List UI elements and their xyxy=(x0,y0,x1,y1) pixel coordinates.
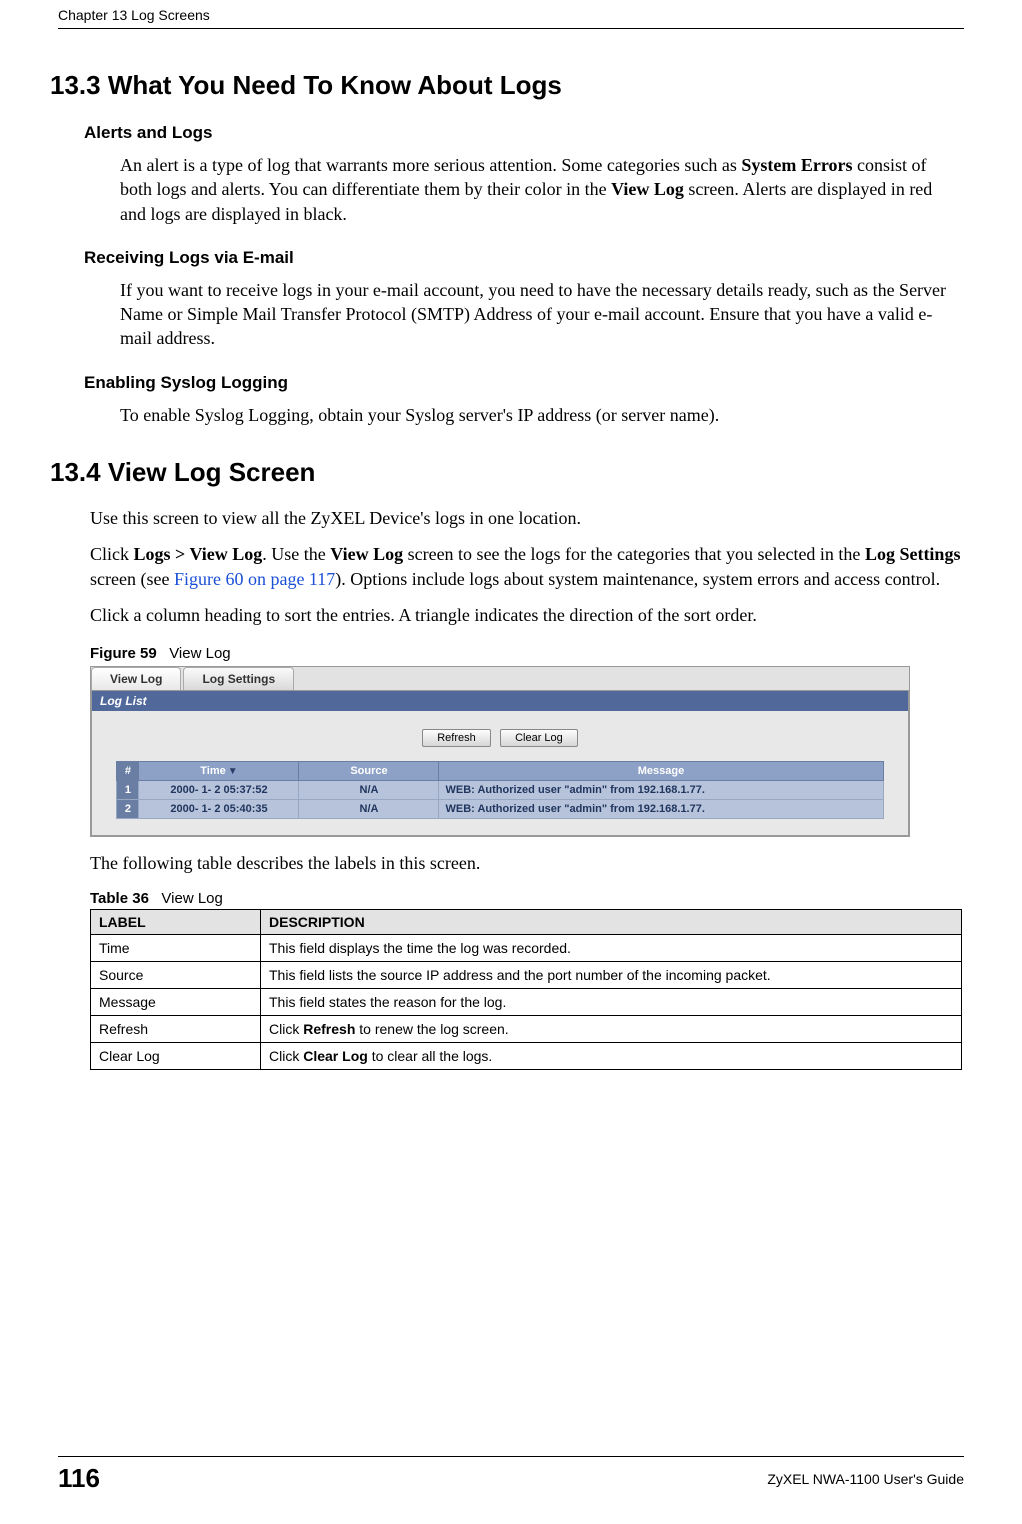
chapter-title: Chapter 13 Log Screens xyxy=(58,7,210,23)
desc-col-description: DESCRIPTION xyxy=(261,909,962,934)
alerts-and-logs-heading: Alerts and Logs xyxy=(84,123,962,143)
figure-caption: Figure 59 View Log xyxy=(90,645,962,662)
alerts-and-logs-body: An alert is a type of log that warrants … xyxy=(120,153,962,226)
row-num: 1 xyxy=(117,781,139,800)
section-13-4-p2: Click Logs > View Log. Use the View Log … xyxy=(90,542,962,591)
tab-bar: View Log Log Settings xyxy=(91,667,909,690)
col-message[interactable]: Message xyxy=(439,762,883,781)
section-13-4-p3: Click a column heading to sort the entri… xyxy=(90,603,962,627)
row-source: N/A xyxy=(299,800,439,819)
log-table: # Time▼ Source Message 1 2000- 1- 2 05:3… xyxy=(116,761,883,819)
cross-ref-link[interactable]: Figure 60 on page 117 xyxy=(174,569,335,589)
tab-log-settings[interactable]: Log Settings xyxy=(183,667,294,690)
enabling-syslog-body: To enable Syslog Logging, obtain your Sy… xyxy=(120,403,962,427)
clear-log-button[interactable]: Clear Log xyxy=(500,729,578,747)
receiving-logs-heading: Receiving Logs via E-mail xyxy=(84,248,962,268)
section-13-4-p1: Use this screen to view all the ZyXEL De… xyxy=(90,506,962,530)
figure-view-log: View Log Log Settings Log List Refresh C… xyxy=(90,666,910,837)
log-list-panel: Log List Refresh Clear Log # Time▼ Sourc… xyxy=(91,690,909,836)
page-number: 116 xyxy=(58,1463,100,1494)
col-time[interactable]: Time▼ xyxy=(139,762,299,781)
desc-row: Clear Log Click Clear Log to clear all t… xyxy=(91,1042,962,1069)
desc-col-label: LABEL xyxy=(91,909,261,934)
desc-row: Source This field lists the source IP ad… xyxy=(91,961,962,988)
page-header: Chapter 13 Log Screens xyxy=(58,28,964,49)
page-content: 13.3 What You Need To Know About Logs Al… xyxy=(90,70,962,1070)
row-num: 2 xyxy=(117,800,139,819)
refresh-button[interactable]: Refresh xyxy=(422,729,491,747)
button-row: Refresh Clear Log xyxy=(92,711,908,761)
table-header-row: # Time▼ Source Message xyxy=(117,762,883,781)
enabling-syslog-heading: Enabling Syslog Logging xyxy=(84,373,962,393)
guide-name: ZyXEL NWA-1100 User's Guide xyxy=(767,1471,964,1487)
page-footer: 116 ZyXEL NWA-1100 User's Guide xyxy=(58,1456,964,1494)
row-message: WEB: Authorized user "admin" from 192.16… xyxy=(439,800,883,819)
row-time: 2000- 1- 2 05:37:52 xyxy=(139,781,299,800)
table-row: 1 2000- 1- 2 05:37:52 N/A WEB: Authorize… xyxy=(117,781,883,800)
sort-desc-icon: ▼ xyxy=(228,766,238,777)
col-number[interactable]: # xyxy=(117,762,139,781)
row-time: 2000- 1- 2 05:40:35 xyxy=(139,800,299,819)
desc-row: Message This field states the reason for… xyxy=(91,988,962,1015)
tab-view-log[interactable]: View Log xyxy=(91,667,181,690)
receiving-logs-body: If you want to receive logs in your e-ma… xyxy=(120,278,962,351)
below-figure-text: The following table describes the labels… xyxy=(90,851,962,875)
desc-row: Refresh Click Refresh to renew the log s… xyxy=(91,1015,962,1042)
section-13-4-title: 13.4 View Log Screen xyxy=(50,457,962,488)
desc-row: Time This field displays the time the lo… xyxy=(91,934,962,961)
row-source: N/A xyxy=(299,781,439,800)
section-13-3-title: 13.3 What You Need To Know About Logs xyxy=(50,70,962,101)
table-row: 2 2000- 1- 2 05:40:35 N/A WEB: Authorize… xyxy=(117,800,883,819)
panel-heading: Log List xyxy=(92,691,908,711)
description-table: LABEL DESCRIPTION Time This field displa… xyxy=(90,909,962,1070)
row-message: WEB: Authorized user "admin" from 192.16… xyxy=(439,781,883,800)
col-source[interactable]: Source xyxy=(299,762,439,781)
table-caption: Table 36 View Log xyxy=(90,890,962,907)
desc-header-row: LABEL DESCRIPTION xyxy=(91,909,962,934)
